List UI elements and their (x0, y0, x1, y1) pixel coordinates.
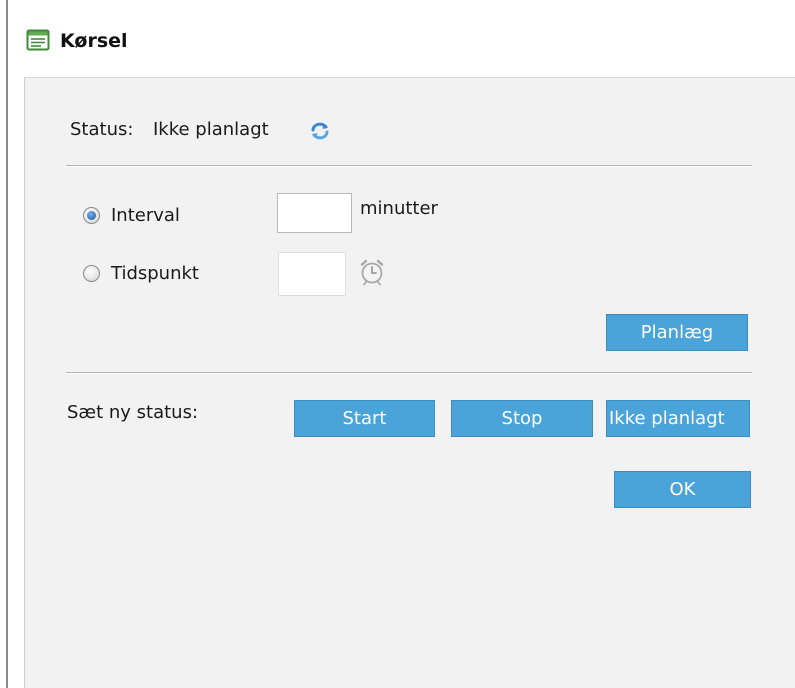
status-value: Ikke planlagt (153, 119, 269, 140)
planlaeg-button[interactable]: Planlæg (606, 314, 748, 351)
form-icon (26, 28, 50, 52)
refresh-icon[interactable] (308, 119, 332, 143)
start-button[interactable]: Start (294, 400, 435, 437)
status-label: Status: (70, 119, 134, 140)
window-title: Kørsel (60, 30, 128, 52)
window-titlebar: Kørsel (10, 0, 795, 77)
ikke-planlagt-button[interactable]: Ikke planlagt (606, 400, 750, 437)
tidspunkt-radio[interactable] (83, 265, 100, 282)
tidspunkt-input[interactable] (278, 252, 346, 296)
interval-input[interactable] (277, 193, 352, 233)
interval-unit-label: minutter (360, 198, 438, 219)
set-status-label: Sæt ny status: (67, 402, 199, 423)
dialog-panel: Status: Ikke planlagt Interval minutter … (24, 77, 795, 688)
alarm-clock-icon[interactable] (359, 258, 385, 286)
separator-top (66, 165, 752, 167)
tidspunkt-label[interactable]: Tidspunkt (111, 263, 199, 285)
stop-button[interactable]: Stop (451, 400, 593, 437)
interval-label[interactable]: Interval (111, 205, 180, 227)
ok-button[interactable]: OK (614, 471, 751, 508)
separator-bottom (66, 372, 752, 374)
interval-radio[interactable] (83, 207, 100, 224)
window-left-edge (0, 0, 10, 688)
